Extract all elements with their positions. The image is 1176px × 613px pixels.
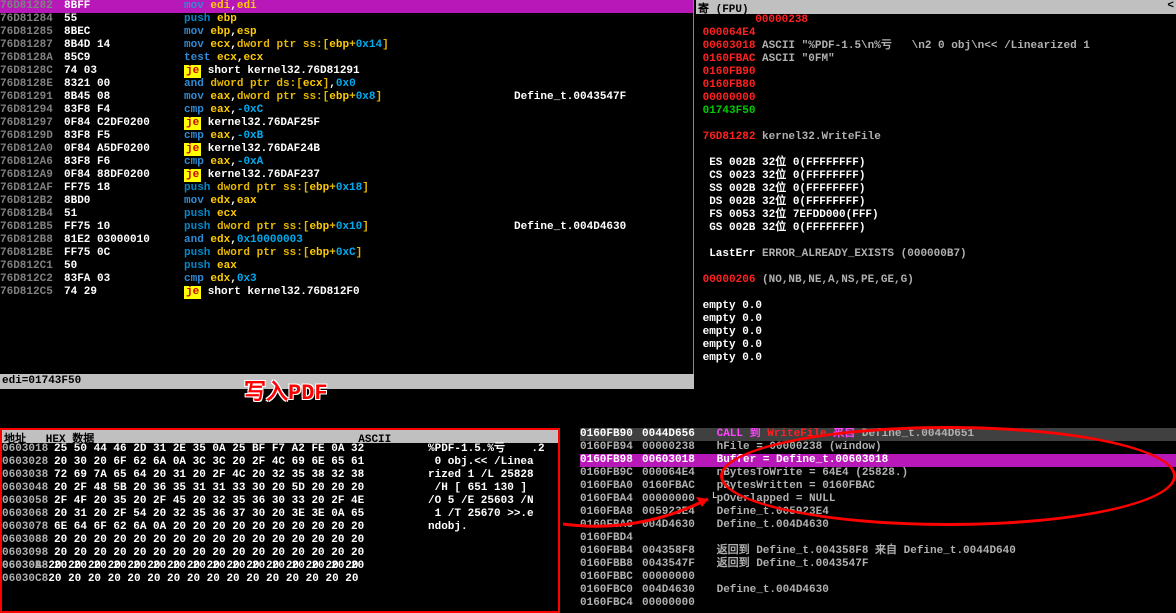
stack-row[interactable]: 0160FBC400000000 [580,597,1176,610]
register-row: 00000206 (NO,NB,NE,A,NS,PE,GE,G) [696,274,1176,287]
dump-row[interactable]: 060304820 2F 48 5B 20 36 35 31 31 33 30 … [2,482,558,495]
disasm-row[interactable]: 76D812BEFF75 0Cpush dword ptr ss:[ebp+0x… [0,247,693,260]
register-row: empty 0.0 [696,326,1176,339]
dump-row[interactable]: 060308820 20 20 20 20 20 20 20 20 20 20 … [2,534,558,547]
register-row: 01743F50 [696,105,1176,118]
register-row: 0160FB90 [696,66,1176,79]
annotation-label: 写入PDF [244,374,328,406]
disasm-row[interactable]: 76D812B881E2 03000010and edx,0x10000003 [0,234,693,247]
disasm-row[interactable]: 76D812A00F84 A5DF0200je kernel32.76DAF24… [0,143,693,156]
stack-row[interactable]: 0160FB9800603018 Buffer = Define_t.00603… [580,454,1176,467]
register-row: empty 0.0 [696,339,1176,352]
dump-row[interactable]: 060309820 20 20 20 20 20 20 20 20 20 20 … [2,547,558,560]
register-row: SS 002B 32位 0(FFFFFFFF) [696,183,1176,196]
registers-pane[interactable]: 寄 (FPU)< 00000238 000064E4 00603018 ASCI… [696,0,1176,425]
disasm-row[interactable]: 76D8128455push ebp [0,13,693,26]
stack-row[interactable]: 0160FBD4 [580,532,1176,545]
disasm-row[interactable]: 76D8129483F8 F4cmp eax,-0xC [0,104,693,117]
register-row: 00000000 [696,92,1176,105]
disasm-row[interactable]: 76D8128A85C9test ecx,ecx [0,52,693,65]
disasm-row[interactable]: 76D812AFFF75 18push dword ptr ss:[ebp+0x… [0,182,693,195]
stack-row[interactable]: 0160FB900044D656 CALL 到 WriteFile 来自 Def… [580,428,1176,441]
register-row: 00603018 ASCII "%PDF-1.5\n%亏 \n2 0 obj\n… [696,40,1176,53]
disasm-row[interactable]: 76D812C283FA 03cmp edx,0x3 [0,273,693,286]
stack-row[interactable]: 0160FBA8005923E4 Define_t.005923E4 [580,506,1176,519]
disasm-row[interactable]: 76D812970F84 C2DF0200je kernel32.76DAF25… [0,117,693,130]
registers-title: 寄 (FPU)< [696,0,1176,14]
disasm-row[interactable]: 76D812878B4D 14mov ecx,dword ptr ss:[ebp… [0,39,693,52]
dump-row[interactable]: 06030786E 64 6F 62 6A 0A 20 20 20 20 20 … [2,521,558,534]
disasm-row[interactable]: 76D812B451push ecx [0,208,693,221]
register-row: LastErr ERROR_ALREADY_EXISTS (000000B7) [696,248,1176,261]
register-row [696,144,1176,157]
register-row: empty 0.0 [696,313,1176,326]
disasm-row[interactable]: 76D812C574 29je short kernel32.76D812F0 [0,286,693,299]
disasm-row[interactable]: 76D812C150push eax [0,260,693,273]
stack-row[interactable]: 0160FBB80043547F 返回到 Define_t.0043547F [580,558,1176,571]
register-row: empty 0.0 [696,300,1176,313]
stack-row[interactable]: 0160FBC0004D4630 Define_t.004D4630 [580,584,1176,597]
register-row: 00000238 [696,14,1176,27]
dump-row[interactable]: 060301825 50 44 46 2D 31 2E 35 0A 25 BF … [2,443,558,456]
dump-row[interactable]: 060303872 69 7A 65 64 20 31 20 2F 4C 20 … [2,469,558,482]
disasm-row[interactable]: 76D812918B45 08mov eax,dword ptr ss:[ebp… [0,91,693,104]
register-row: ES 002B 32位 0(FFFFFFFF) [696,157,1176,170]
register-row: 000064E4 [696,27,1176,40]
disasm-row[interactable]: 76D812B5FF75 10push dword ptr ss:[ebp+0x… [0,221,693,234]
disasm-row[interactable]: 76D812A683F8 F6cmp eax,-0xA [0,156,693,169]
register-row: empty 0.0 [696,352,1176,365]
status-bar: edi=01743F50 [0,374,694,389]
register-row [696,287,1176,300]
register-row: CS 0023 32位 0(FFFFFFFF) [696,170,1176,183]
register-row: GS 002B 32位 0(FFFFFFFF) [696,222,1176,235]
dump-row[interactable]: 06030582F 4F 20 35 20 2F 45 20 32 35 36 … [2,495,558,508]
disasm-row[interactable]: 76D8129D83F8 F5cmp eax,-0xB [0,130,693,143]
stack-row[interactable]: 0160FBBC00000000 [580,571,1176,584]
dump-row[interactable]: 06030B820 20 20 20 20 20 20 20 20 20 20 … [2,560,464,573]
stack-row[interactable]: 0160FB9400000238 hFile = 00000238 (windo… [580,441,1176,454]
stack-row[interactable]: 0160FBA400000000└pOverlapped = NULL [580,493,1176,506]
dump-row[interactable]: 060306820 31 20 2F 54 20 32 35 36 37 30 … [2,508,558,521]
disassembly-pane[interactable]: 76D812828BFFmov edi,edi76D8128455push eb… [0,0,694,374]
disasm-row[interactable]: 76D812828BFFmov edi,edi [0,0,693,13]
stack-row[interactable]: 0160FBA00160FBAC pBytesWritten = 0160FBA… [580,480,1176,493]
stack-pane[interactable]: 0160FB900044D656 CALL 到 WriteFile 来自 Def… [580,428,1176,613]
stack-row[interactable]: 0160FB9C000064E4 nBytesToWrite = 64E4 (2… [580,467,1176,480]
disasm-row[interactable]: 76D812B28BD0mov edx,eax [0,195,693,208]
register-row: DS 002B 32位 0(FFFFFFFF) [696,196,1176,209]
dump-header: 地址 HEX 数据 ASCII [2,430,558,443]
stack-row[interactable]: 0160FBAC004D4630 Define_t.004D4630 [580,519,1176,532]
disasm-row[interactable]: 76D812858BECmov ebp,esp [0,26,693,39]
register-row [696,118,1176,131]
disasm-row[interactable]: 76D8128C74 03je short kernel32.76D81291 [0,65,693,78]
register-row: 76D81282 kernel32.WriteFile [696,131,1176,144]
stack-row[interactable]: 0160FBB4004358F8 返回到 Define_t.004358F8 来… [580,545,1176,558]
register-row [696,235,1176,248]
register-row: FS 0053 32位 7EFDD000(FFF) [696,209,1176,222]
dump-row[interactable]: 060302820 30 20 6F 62 6A 0A 3C 3C 20 2F … [2,456,558,469]
register-row: 0160FB80 [696,79,1176,92]
disasm-row[interactable]: 76D812A90F84 88DF0200je kernel32.76DAF23… [0,169,693,182]
register-row [696,261,1176,274]
dump-row[interactable]: 06030C820 20 20 20 20 20 20 20 20 20 20 … [2,573,464,586]
disasm-row[interactable]: 76D8128E8321 00and dword ptr ds:[ecx],0x… [0,78,693,91]
register-row: 0160FBAC ASCII "0FM" [696,53,1176,66]
